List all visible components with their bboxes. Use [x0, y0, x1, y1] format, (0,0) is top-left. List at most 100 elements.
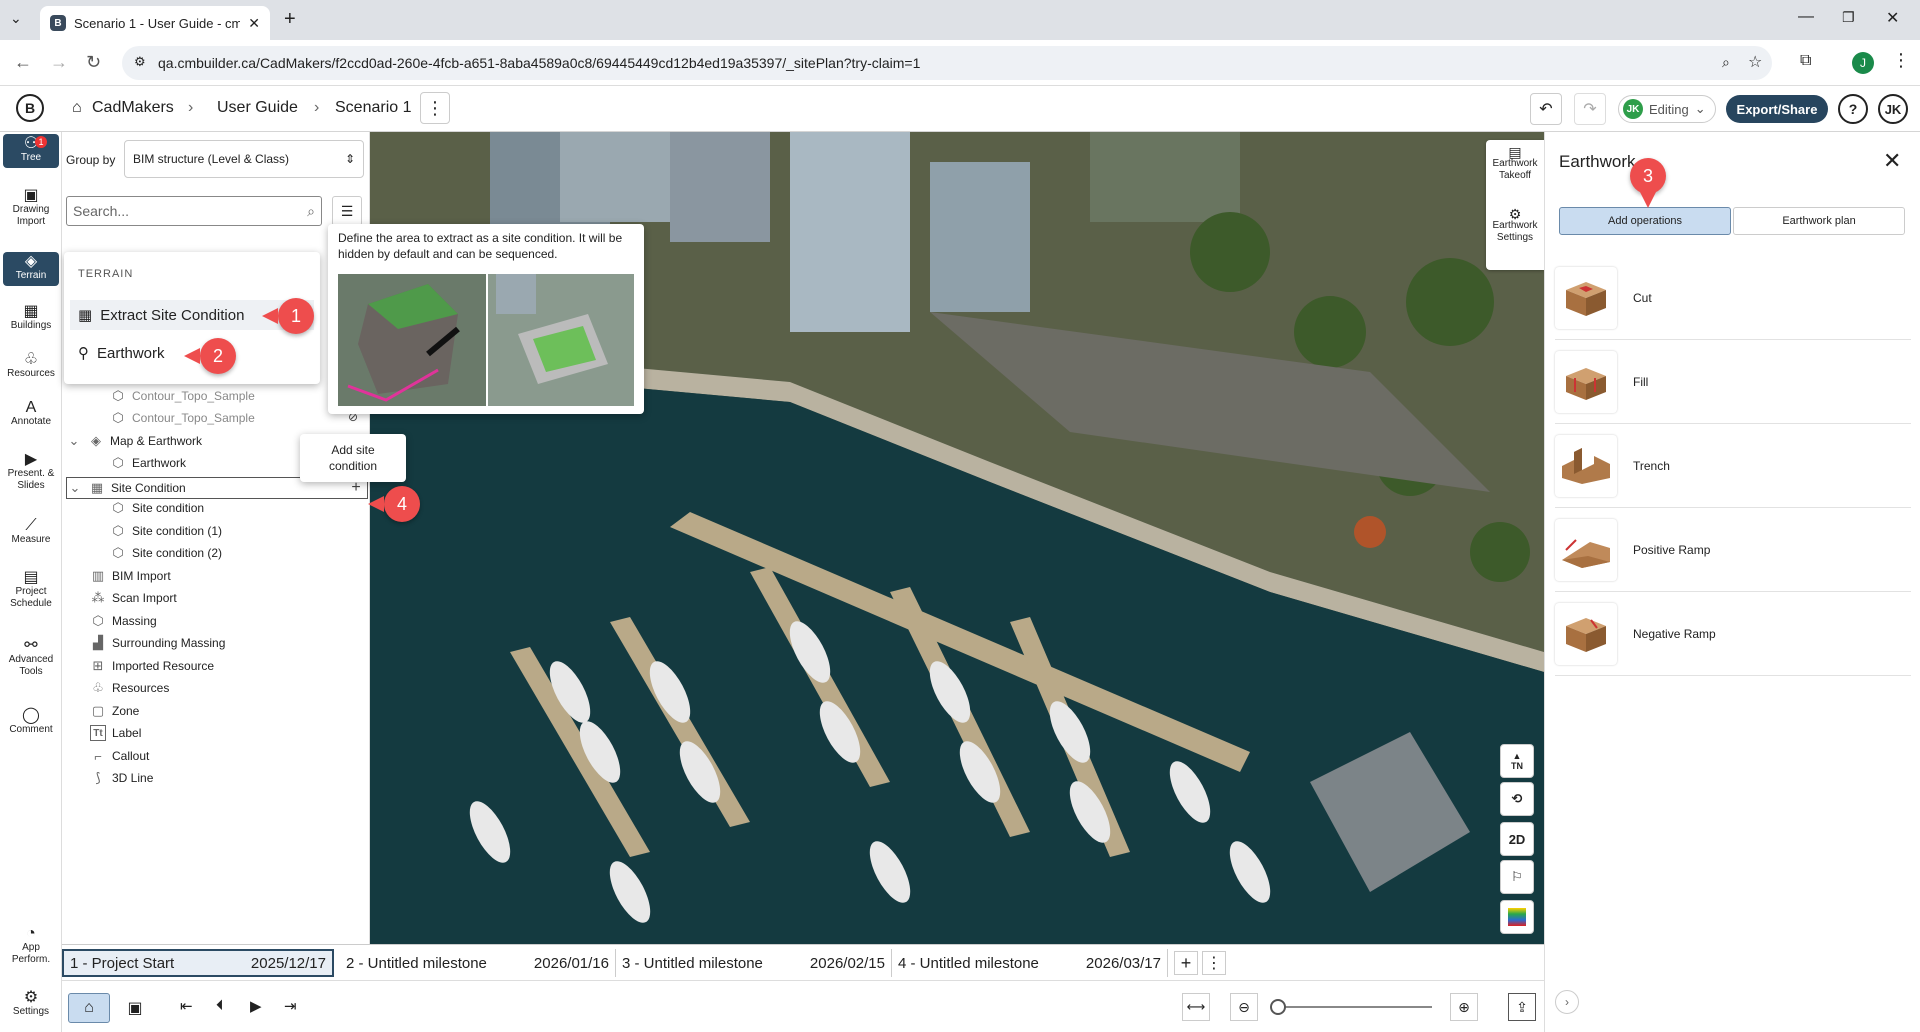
expand-panel-icon[interactable]: ›	[1555, 990, 1579, 1014]
undo-icon[interactable]: ↶	[1530, 93, 1562, 125]
close-tab-icon[interactable]: ✕	[248, 15, 260, 32]
breadcrumb-user-guide[interactable]: User Guide	[217, 99, 298, 117]
earthwork-settings-button[interactable]: ⚙ Earthwork Settings	[1488, 207, 1542, 244]
tab-list-icon[interactable]: ⌄	[10, 10, 22, 27]
home-icon[interactable]: ⌂	[72, 99, 82, 117]
skip-end-icon[interactable]: ⇥	[284, 997, 297, 1015]
chevron-down-icon[interactable]: ⌄	[67, 480, 83, 496]
rail-comment[interactable]: ◯ Comment	[3, 708, 59, 736]
operation-cut[interactable]: Cut	[1555, 256, 1911, 340]
earthwork-takeoff-button[interactable]: ▤ Earthwork Takeoff	[1488, 145, 1542, 182]
tree-row[interactable]: ⌐ Callout	[90, 748, 149, 764]
milestone-item[interactable]: 2 - Untitled milestone 2026/01/16	[340, 949, 616, 977]
rail-buildings[interactable]: ▦ Buildings	[3, 304, 59, 332]
tree-row[interactable]: ▟ Surrounding Massing	[90, 635, 225, 651]
filter-list-icon[interactable]: ☰	[332, 196, 362, 226]
search-input[interactable]: Search... ⌕	[66, 196, 322, 226]
compass-button[interactable]: ▲ TN	[1500, 744, 1534, 778]
operation-trench[interactable]: Trench	[1555, 424, 1911, 508]
tree-row[interactable]: ⌄ ◈ Map & Earthwork	[66, 433, 203, 449]
site-view-button[interactable]: ⌂	[68, 993, 110, 1023]
add-milestone-button[interactable]: +	[1174, 951, 1198, 975]
play-icon[interactable]: ▶	[250, 997, 262, 1015]
tree-row[interactable]: ♧ Resources	[90, 680, 169, 696]
export-timeline-icon[interactable]: ⇪	[1508, 993, 1536, 1021]
tree-row[interactable]: ⬡ Site condition (1)	[110, 523, 222, 539]
tree-row[interactable]: ⬡ Site condition (2)	[110, 545, 222, 561]
browser-menu-icon[interactable]: ⋮	[1892, 50, 1910, 71]
tree-row[interactable]: ⬡ Contour_Topo_Sample	[110, 410, 254, 426]
site-info-icon[interactable]: ⚙	[134, 54, 146, 70]
close-window-icon[interactable]: ✕	[1886, 8, 1899, 28]
group-by-select[interactable]: BIM structure (Level & Class) ⇕	[124, 140, 364, 178]
timeline-zoom-slider[interactable]	[1270, 999, 1432, 1015]
pedestrian-view-button[interactable]: ⚐	[1500, 860, 1534, 894]
camera-orbit-button[interactable]: ⟲	[1500, 782, 1534, 816]
slides-view-button[interactable]: ▣	[114, 993, 156, 1023]
tree-row[interactable]: ⬡ Contour_Topo_Sample	[110, 388, 254, 404]
rail-resources[interactable]: ♧ Resources	[3, 352, 59, 380]
3d-line-icon: ⟆	[95, 770, 101, 785]
url-field[interactable]: ⚙ qa.cmbuilder.ca/CadMakers/f2ccd0ad-260…	[122, 46, 1772, 80]
slider-handle[interactable]	[1270, 999, 1286, 1015]
rail-project-schedule[interactable]: ▤ Project Schedule	[3, 570, 59, 610]
layer-color-button[interactable]	[1500, 900, 1534, 934]
milestone-item[interactable]: 3 - Untitled milestone 2026/02/15	[616, 949, 892, 977]
app-logo-icon[interactable]: B	[16, 94, 44, 122]
profile-avatar[interactable]: J	[1852, 52, 1874, 74]
rail-app-perform[interactable]: ◔ App Perform.	[3, 926, 59, 966]
step-back-icon[interactable]: ⏴	[216, 997, 224, 1014]
minimize-icon[interactable]: —	[1798, 8, 1814, 26]
tab-earthwork-plan[interactable]: Earthwork plan	[1733, 207, 1905, 235]
bookmark-star-icon[interactable]: ☆	[1748, 52, 1762, 72]
operation-positive-ramp[interactable]: Positive Ramp	[1555, 508, 1911, 592]
massing-icon: ⬡	[92, 613, 104, 628]
rail-tree[interactable]: ⚇ Tree 1	[3, 134, 59, 168]
back-icon[interactable]: ←	[14, 52, 32, 73]
close-icon[interactable]: ✕	[1883, 148, 1901, 174]
tree-row[interactable]: ⁂ Scan Import	[90, 590, 177, 606]
zoom-icon[interactable]: ⌕	[1722, 54, 1730, 71]
editing-mode-dropdown[interactable]: JK Editing ⌄	[1618, 95, 1716, 123]
rail-measure[interactable]: ⟋ Measure	[3, 518, 59, 546]
tree-row[interactable]: ⬡ Massing	[90, 613, 156, 629]
export-share-button[interactable]: Export/Share	[1726, 95, 1828, 123]
milestone-item[interactable]: 4 - Untitled milestone 2026/03/17	[892, 949, 1168, 977]
maximize-icon[interactable]: ❐	[1842, 9, 1855, 26]
chevron-down-icon[interactable]: ⌄	[66, 433, 82, 449]
tree-row[interactable]: ⬡ Earthwork	[110, 455, 186, 471]
tab-add-operations[interactable]: Add operations	[1559, 207, 1731, 235]
extensions-icon[interactable]: ⧉	[1800, 52, 1811, 70]
zoom-in-icon[interactable]: ⊕	[1450, 993, 1478, 1021]
tree-row[interactable]: Tt Label	[90, 725, 141, 741]
skip-start-icon[interactable]: ⇤	[180, 997, 193, 1015]
breadcrumb-scenario[interactable]: Scenario 1	[335, 99, 412, 117]
2d-mode-button[interactable]: 2D	[1500, 822, 1534, 856]
rail-advanced-tools[interactable]: ⚯ Advanced Tools	[3, 638, 59, 678]
fit-timeline-icon[interactable]: ⟷	[1182, 993, 1210, 1021]
help-button[interactable]: ?	[1838, 94, 1868, 124]
scenario-menu-icon[interactable]: ⋮	[420, 92, 450, 124]
milestone-item[interactable]: 1 - Project Start 2025/12/17	[62, 949, 334, 977]
tree-row[interactable]: ⟆ 3D Line	[90, 770, 153, 786]
tree-row[interactable]: ▢ Zone	[90, 703, 140, 719]
rail-terrain[interactable]: ◈ Terrain	[3, 252, 59, 286]
new-tab-icon[interactable]: +	[284, 8, 296, 31]
rail-settings[interactable]: ⚙ Settings	[3, 990, 59, 1018]
milestone-menu-icon[interactable]: ⋮	[1202, 951, 1226, 975]
reload-icon[interactable]: ↻	[86, 52, 101, 73]
breadcrumb-cadmakers[interactable]: CadMakers	[92, 99, 174, 117]
rail-drawing-import[interactable]: ▣ Drawing Import	[3, 188, 59, 228]
operation-negative-ramp[interactable]: Negative Ramp	[1555, 592, 1911, 676]
operation-fill[interactable]: Fill	[1555, 340, 1911, 424]
tree-row[interactable]: ▥ BIM Import	[90, 568, 171, 584]
redo-icon[interactable]: ↷	[1574, 93, 1606, 125]
rail-annotate[interactable]: A Annotate	[3, 400, 59, 428]
tree-row[interactable]: ⊞ Imported Resource	[90, 658, 215, 674]
rail-present-slides[interactable]: ▶ Present. & Slides	[3, 452, 59, 492]
zoom-out-icon[interactable]: ⊖	[1230, 993, 1258, 1021]
browser-tab[interactable]: B Scenario 1 - User Guide - cmBu ✕	[40, 6, 270, 40]
forward-icon[interactable]: →	[50, 52, 68, 73]
tree-row[interactable]: ⬡ Site condition	[110, 500, 204, 516]
user-avatar[interactable]: JK	[1878, 94, 1908, 124]
